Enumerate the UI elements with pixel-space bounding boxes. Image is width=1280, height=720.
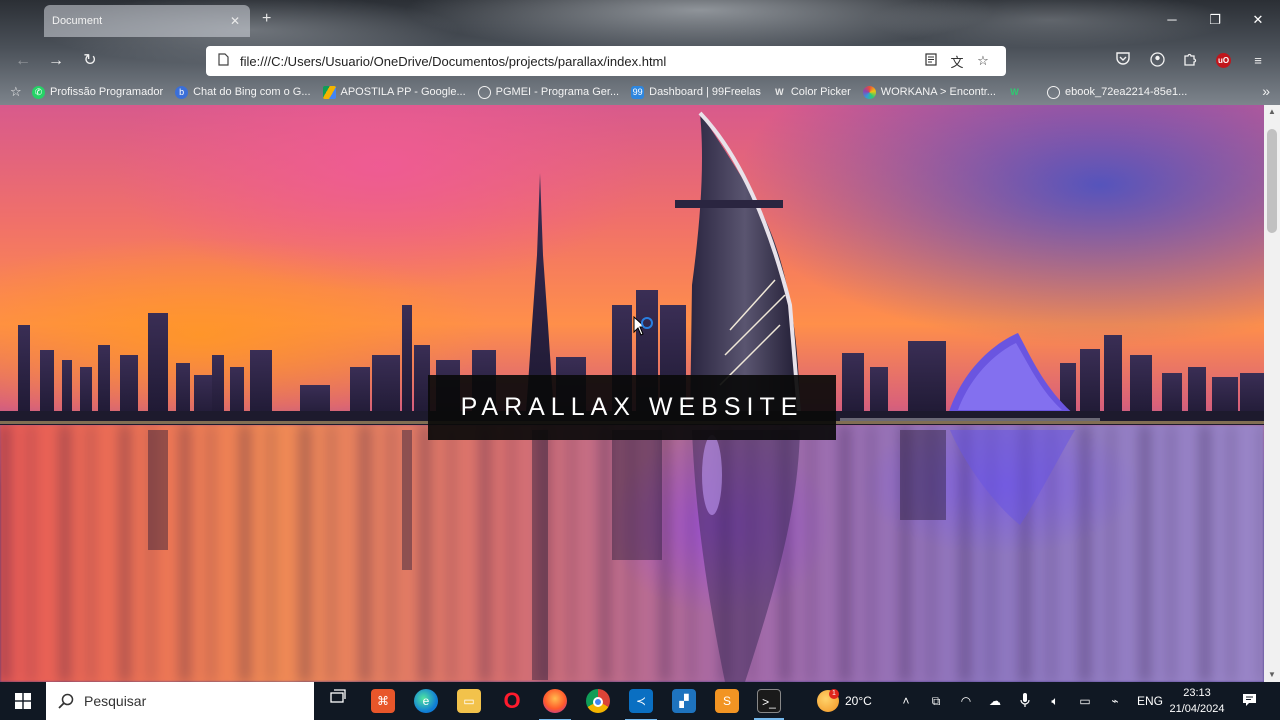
tab-strip: Document ✕ + ─ ❐ ✕ xyxy=(0,0,1280,42)
bookmark-label: WORKANA > Encontr... xyxy=(880,86,996,98)
sticky-app-icon[interactable]: ▞ xyxy=(672,689,696,713)
bookmark-label: Dashboard | 99Freelas xyxy=(649,86,761,98)
bookmark-label: PGMEI - Programa Ger... xyxy=(495,86,620,98)
edge-icon[interactable]: e xyxy=(414,689,438,713)
page-scrollbar[interactable]: ▲ ▼ xyxy=(1264,105,1280,682)
bookmark-label: ebook_72ea2214-85e1... xyxy=(1064,86,1188,98)
taskbar-clock[interactable]: 23:13 21/04/2024 xyxy=(1166,685,1228,717)
bookmark-item[interactable]: W xyxy=(1008,86,1035,99)
search-placeholder: Pesquisar xyxy=(84,693,147,709)
search-icon xyxy=(58,693,74,709)
workana-icon xyxy=(862,85,876,99)
weather-temperature[interactable]: 20°C xyxy=(845,682,872,720)
hero-title-box: PARALLAX WEBSITE xyxy=(428,375,836,440)
restore-window-icon[interactable]: ❐ xyxy=(1205,12,1225,28)
pocket-icon[interactable] xyxy=(1114,52,1132,70)
notifications-icon[interactable] xyxy=(1241,693,1257,709)
bookmark-label: Color Picker xyxy=(790,86,851,98)
volume-icon[interactable]: 🔈︎ xyxy=(1047,693,1063,709)
navigation-bar: ← → ↻ file:///C:/Users/Usuario/OneDrive/… xyxy=(0,44,1280,78)
page-info-icon[interactable] xyxy=(216,53,230,69)
clock-date: 21/04/2024 xyxy=(1169,703,1225,715)
globe-icon xyxy=(477,85,491,99)
browser-chrome: Document ✕ + ─ ❐ ✕ ← → ↻ file:///C:/User… xyxy=(0,0,1280,105)
translate-icon[interactable]: 文 xyxy=(944,52,970,71)
mouse-cursor-icon xyxy=(633,316,653,336)
weather-badge: 1 xyxy=(829,689,839,699)
bookmark-label: Chat do Bing com o G... xyxy=(193,86,311,98)
show-hidden-icons-icon[interactable]: ˄ xyxy=(898,693,914,709)
w-green-icon: W xyxy=(1010,86,1019,97)
scroll-up-icon[interactable]: ▲ xyxy=(1264,105,1280,119)
globe-icon xyxy=(1046,85,1060,99)
sublime-text-icon[interactable]: S xyxy=(715,689,739,713)
url-text[interactable]: file:///C:/Users/Usuario/OneDrive/Docume… xyxy=(240,54,918,69)
bookmarks-bar: ☆ ✆ Profissão Programador b Chat do Bing… xyxy=(0,80,1280,104)
network-icon[interactable]: ◠ xyxy=(958,693,974,709)
bookmark-item[interactable]: PGMEI - Programa Ger... xyxy=(477,85,620,99)
microphone-icon[interactable] xyxy=(1017,693,1033,709)
page-viewport[interactable]: PARALLAX WEBSITE xyxy=(0,105,1264,682)
menu-icon[interactable]: ≡ xyxy=(1249,52,1267,70)
terminal-icon[interactable]: >_ xyxy=(754,689,784,720)
bookmark-star-icon[interactable]: ☆ xyxy=(970,53,996,69)
browser-tab-document[interactable]: Document ✕ xyxy=(44,5,250,37)
reload-icon[interactable]: ↻ xyxy=(79,50,101,72)
task-view-icon[interactable] xyxy=(326,689,350,713)
extensions-icon[interactable] xyxy=(1181,52,1199,70)
bookmark-item[interactable]: 99 Dashboard | 99Freelas xyxy=(631,85,761,99)
drive-icon xyxy=(322,85,336,99)
close-tab-icon[interactable]: ✕ xyxy=(228,14,242,28)
opera-icon[interactable]: O xyxy=(500,689,524,713)
bookmark-item[interactable]: APOSTILA PP - Google... xyxy=(322,85,466,99)
windows-taskbar: Pesquisar ⌘ e ▭ O ≺ ▞ S >_ 1 20°C ˄ ⧉ ◠ … xyxy=(0,682,1280,720)
bookmark-item[interactable]: ✆ Profissão Programador xyxy=(32,85,164,99)
file-explorer-icon[interactable]: ▭ xyxy=(457,689,481,713)
bookmark-label: Profissão Programador xyxy=(50,86,164,98)
meet-now-icon[interactable]: ⧉ xyxy=(928,693,944,709)
xampp-icon[interactable]: ⌘ xyxy=(371,689,395,713)
connection-status-icon[interactable]: ⌁ xyxy=(1107,693,1123,709)
w-icon: W xyxy=(775,86,784,97)
vscode-icon[interactable]: ≺ xyxy=(625,689,657,720)
language-indicator[interactable]: ENG xyxy=(1137,682,1163,720)
ublock-origin-icon[interactable]: uO xyxy=(1216,53,1231,68)
start-button[interactable] xyxy=(0,682,46,720)
minimize-window-icon[interactable]: ─ xyxy=(1162,12,1182,27)
bookmark-item[interactable]: W Color Picker xyxy=(773,86,851,99)
reader-view-icon[interactable] xyxy=(918,53,944,69)
address-bar[interactable]: file:///C:/Users/Usuario/OneDrive/Docume… xyxy=(206,46,1006,76)
windows-logo-icon xyxy=(15,693,31,709)
account-icon[interactable] xyxy=(1148,52,1166,70)
whatsapp-icon: ✆ xyxy=(32,85,45,99)
more-bookmarks-icon[interactable]: » xyxy=(1262,83,1270,99)
hero-title: PARALLAX WEBSITE xyxy=(460,393,804,421)
scrollbar-thumb[interactable] xyxy=(1267,129,1277,233)
taskbar-search-input[interactable]: Pesquisar xyxy=(46,682,314,720)
forward-icon[interactable]: → xyxy=(45,50,67,72)
onedrive-icon[interactable]: ☁ xyxy=(987,693,1003,709)
freelas-icon: 99 xyxy=(631,85,645,99)
bookmark-item[interactable]: b Chat do Bing com o G... xyxy=(175,85,311,99)
bookmarks-star-icon[interactable]: ☆ xyxy=(10,84,32,100)
bookmark-item[interactable]: ebook_72ea2214-85e1... xyxy=(1046,85,1188,99)
close-window-icon[interactable]: ✕ xyxy=(1248,12,1268,28)
bing-icon: b xyxy=(175,85,189,99)
chrome-icon[interactable] xyxy=(586,689,610,713)
new-tab-button[interactable]: + xyxy=(262,10,271,28)
scroll-down-icon[interactable]: ▼ xyxy=(1264,668,1280,682)
clock-time: 23:13 xyxy=(1183,687,1211,699)
bookmark-label: APOSTILA PP - Google... xyxy=(340,86,466,98)
bookmark-item[interactable]: WORKANA > Encontr... xyxy=(862,85,996,99)
battery-icon[interactable]: ▭ xyxy=(1077,693,1093,709)
back-icon[interactable]: ← xyxy=(12,50,34,72)
tab-title: Document xyxy=(52,15,103,27)
firefox-icon[interactable] xyxy=(539,689,571,720)
